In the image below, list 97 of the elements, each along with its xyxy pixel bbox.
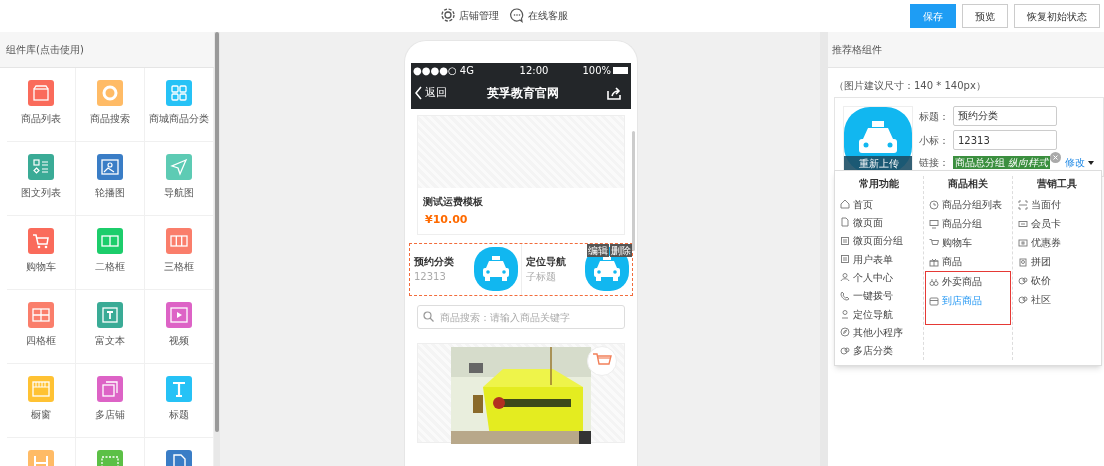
change-link[interactable]: 修改 <box>1065 155 1086 170</box>
menu-item[interactable]: 当面付 <box>1018 195 1096 214</box>
compass-icon <box>840 327 850 338</box>
component-tile[interactable]: 橱窗 <box>7 364 76 438</box>
status-bar: ●●●●○ 4G 12:00 100% <box>411 63 631 77</box>
component-tile[interactable]: 三格框 <box>145 216 214 290</box>
menu-item[interactable]: 定位导航 <box>840 304 918 324</box>
card-icon <box>1018 218 1028 229</box>
menu-item[interactable]: 首页 <box>840 195 918 214</box>
nav-subtitle: 12313 <box>414 270 447 284</box>
component-tile[interactable]: 商品搜索 <box>76 68 145 142</box>
component-tile[interactable]: 导航图 <box>145 142 214 216</box>
doc-icon <box>840 254 850 265</box>
store-icon <box>929 295 939 306</box>
field-label: 小标： <box>919 133 950 148</box>
battery-icon <box>613 66 629 74</box>
nav-subtitle: 子标题 <box>525 270 557 284</box>
cart-icon <box>929 237 939 248</box>
product-price: ¥10.00 <box>425 212 469 228</box>
component-tile[interactable]: 二格框 <box>76 216 145 290</box>
size-hint: （图片建议尺寸：140 * 140px） <box>834 79 987 93</box>
scrollbar-thumb[interactable] <box>215 32 219 432</box>
menu-item[interactable]: 外卖商品 <box>929 272 1007 291</box>
person-icon <box>840 272 850 283</box>
menu-item[interactable]: 社区 <box>1018 290 1096 309</box>
search-field[interactable]: 商品搜索：请输入商品关键字 <box>417 305 625 329</box>
menu-heading: 常用功能 <box>858 177 900 191</box>
clock-icon <box>929 199 939 210</box>
doc-icon <box>840 235 850 246</box>
chat-icon <box>840 345 850 356</box>
menu-item[interactable]: 购物车 <box>929 233 1007 252</box>
header-button[interactable]: 恢复初始状态 <box>1014 4 1100 28</box>
chevron-left-icon <box>415 86 423 100</box>
component-tile[interactable]: 图文列表 <box>7 142 76 216</box>
component-tile[interactable]: 商城商品分类 <box>145 68 214 142</box>
phone-icon <box>840 290 850 301</box>
share-icon <box>607 86 621 100</box>
menu-item[interactable]: 一键拨号 <box>840 286 918 305</box>
taxi-icon <box>585 247 629 291</box>
chat-icon <box>509 7 525 23</box>
component-tile[interactable]: 富文本 <box>76 290 145 364</box>
text-field[interactable]: 预约分类 <box>953 106 1057 126</box>
binoculars-icon <box>929 276 939 287</box>
panel-title: 推荐格组件 <box>832 43 882 57</box>
search-icon <box>423 310 434 322</box>
component-tile[interactable]: 视频 <box>145 290 214 364</box>
monitor-icon <box>929 218 939 229</box>
menu-item[interactable]: 优惠券 <box>1018 233 1096 252</box>
home-icon <box>840 199 850 210</box>
menu-heading: 营销工具 <box>1036 177 1078 191</box>
menu-item[interactable]: 多店分类 <box>840 341 918 360</box>
scrollbar-thumb[interactable] <box>632 131 635 251</box>
menu-item[interactable]: 商品 <box>929 252 1007 271</box>
close-icon <box>1050 152 1062 163</box>
field-label: 链接： <box>919 156 950 170</box>
menu-item[interactable]: 砍价 <box>1018 271 1096 290</box>
pin-icon <box>840 309 850 320</box>
product-name: 测试运费模板 <box>423 195 484 209</box>
menu-item[interactable]: 微页面 <box>840 213 918 232</box>
nav-title: 定位导航 <box>525 255 566 269</box>
edit-tag[interactable]: 删除 <box>610 243 632 257</box>
menu-item[interactable]: 会员卡 <box>1018 214 1096 233</box>
scan-icon <box>1018 199 1028 210</box>
panel-title: 组件库(点击使用) <box>6 43 84 57</box>
nav-title: 预约分类 <box>414 255 454 269</box>
menu-item[interactable]: 微页面分组 <box>840 231 918 250</box>
component-tile[interactable]: 商品列表 <box>7 68 76 142</box>
caret-down-icon <box>1088 160 1095 165</box>
header-button[interactable]: 预览 <box>962 4 1008 28</box>
field-label: 标题： <box>919 109 950 124</box>
component-tile[interactable]: 标题 <box>145 364 214 438</box>
page-title: 英孚教育官网 <box>487 85 559 102</box>
menu-item[interactable]: 拼团 <box>1018 252 1096 271</box>
menu-item[interactable]: 用户表单 <box>840 250 918 269</box>
ticket-icon <box>1018 237 1028 248</box>
component-tile[interactable]: 多店铺 <box>76 364 145 438</box>
page-icon <box>840 217 850 228</box>
group-icon <box>1018 256 1028 267</box>
chat-icon <box>1018 294 1028 305</box>
header-link[interactable]: 在线客服 <box>528 7 568 23</box>
menu-item[interactable]: 商品分组列表 <box>929 195 1007 214</box>
component-tile[interactable]: 四格框 <box>7 290 76 364</box>
gift-icon <box>929 256 939 267</box>
menu-item[interactable]: 个人中心 <box>840 268 918 287</box>
component-tile[interactable]: 轮播图 <box>76 142 145 216</box>
menu-item[interactable]: 其他小程序 <box>840 323 918 342</box>
menu-item[interactable]: 商品分组 <box>929 214 1007 233</box>
taxi-icon <box>473 247 518 291</box>
text-field[interactable]: 12313 <box>953 130 1057 150</box>
gear-icon <box>440 7 456 23</box>
link-tag: 商品总分组 纵向样式 <box>953 156 1051 169</box>
menu-heading: 商品相关 <box>947 177 989 191</box>
header-link[interactable]: 店铺管理 <box>459 7 499 23</box>
edit-tag[interactable]: 编辑 <box>587 243 609 257</box>
chat-icon <box>1018 275 1028 286</box>
back-link[interactable]: 返回 <box>415 84 447 102</box>
component-tile[interactable]: 购物车 <box>7 216 76 290</box>
